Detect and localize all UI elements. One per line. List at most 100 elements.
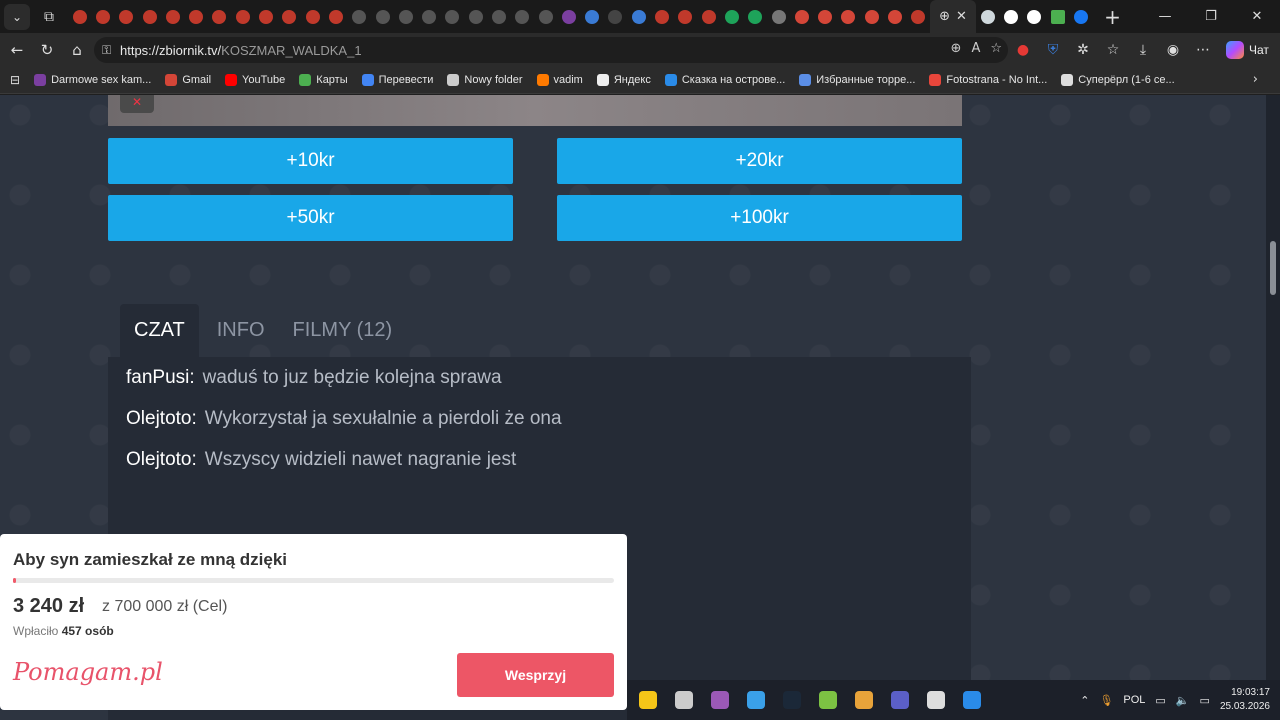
tab[interactable] <box>837 0 860 33</box>
maximize-icon[interactable]: ❐ <box>1188 0 1234 33</box>
tab[interactable] <box>790 0 813 33</box>
video-player[interactable]: ✕ <box>108 95 962 126</box>
taskbar-app-icon[interactable] <box>705 685 735 715</box>
tab[interactable] <box>91 0 114 33</box>
reload-icon[interactable]: ↻ <box>32 36 62 64</box>
tab[interactable] <box>231 0 254 33</box>
workspaces-icon[interactable]: ⧉ <box>36 4 62 30</box>
taskbar-app-icon[interactable] <box>633 685 663 715</box>
page-scrollbar[interactable] <box>1266 95 1280 720</box>
tab[interactable] <box>161 0 184 33</box>
tab[interactable] <box>534 0 557 33</box>
tab[interactable] <box>1023 0 1046 33</box>
tab[interactable] <box>650 0 673 33</box>
bookmark-item[interactable]: Избранные торре... <box>799 74 915 86</box>
tab[interactable] <box>487 0 510 33</box>
favorites-icon[interactable]: ☆ <box>1102 36 1124 64</box>
taskbar-app-icon[interactable] <box>741 685 771 715</box>
bookmarks-overflow-icon[interactable]: › <box>1253 72 1258 87</box>
site-info-icon[interactable]: ⚿ <box>102 43 120 58</box>
favorite-star-icon[interactable]: ☆ <box>990 41 1002 56</box>
copilot-chat-button[interactable]: Чат <box>1226 41 1269 59</box>
bookmark-item[interactable]: Darmowe sex kam... <box>34 74 151 86</box>
clock[interactable]: 19:03:17 25.03.2026 <box>1220 686 1270 714</box>
volume-icon[interactable]: 🔈 <box>1176 694 1190 707</box>
bookmark-item[interactable]: Fotostrana - No Int... <box>929 74 1047 86</box>
more-menu-icon[interactable]: ⋯ <box>1192 36 1214 64</box>
taskbar-app-icon[interactable] <box>957 685 987 715</box>
bookmark-item[interactable]: YouTube <box>225 74 285 86</box>
bookmark-item[interactable]: Суперёрл (1-6 се... <box>1061 74 1175 86</box>
tab[interactable] <box>441 0 464 33</box>
tab[interactable] <box>371 0 394 33</box>
tab[interactable] <box>301 0 324 33</box>
tab-films[interactable]: FILMY (12) <box>279 304 407 357</box>
tab[interactable] <box>999 0 1022 33</box>
tab[interactable] <box>324 0 347 33</box>
tab[interactable] <box>907 0 930 33</box>
tab[interactable] <box>976 0 999 33</box>
tab[interactable] <box>604 0 627 33</box>
taskbar-app-icon[interactable] <box>921 685 951 715</box>
tab[interactable] <box>208 0 231 33</box>
tab[interactable] <box>1046 0 1069 33</box>
tab[interactable] <box>394 0 417 33</box>
bookmark-item[interactable]: Сказка на острове... <box>664 74 785 86</box>
chat-username[interactable]: fanPusi: <box>126 367 195 388</box>
taskbar-app-icon[interactable] <box>849 685 879 715</box>
bookmark-item[interactable]: Nowy folder <box>447 74 523 86</box>
bookmark-manager-icon[interactable]: ⊟ <box>10 73 20 87</box>
tab[interactable] <box>860 0 883 33</box>
tab[interactable] <box>184 0 207 33</box>
tab[interactable] <box>417 0 440 33</box>
language-indicator[interactable]: POL <box>1123 694 1145 706</box>
tab[interactable] <box>627 0 650 33</box>
extension-red-icon[interactable]: ● <box>1012 36 1034 64</box>
tab[interactable] <box>767 0 790 33</box>
taskbar-app-icon[interactable] <box>777 685 807 715</box>
tab[interactable] <box>138 0 161 33</box>
tab[interactable] <box>254 0 277 33</box>
address-bar[interactable]: ⚿ https://zbiornik.tv/KOSZMAR_WALDKA_1 ⊕… <box>94 37 1008 63</box>
tab[interactable] <box>68 0 91 33</box>
tab[interactable] <box>348 0 371 33</box>
back-icon[interactable]: ← <box>2 36 32 64</box>
url-text[interactable]: https://zbiornik.tv/KOSZMAR_WALDKA_1 <box>120 43 362 58</box>
read-aloud-icon[interactable]: A <box>971 41 980 56</box>
taskbar-app-icon[interactable] <box>885 685 915 715</box>
tab-actions-menu-icon[interactable]: ⌄ <box>4 3 30 30</box>
home-icon[interactable]: ⌂ <box>62 36 92 64</box>
tab[interactable] <box>278 0 301 33</box>
chat-username[interactable]: Olejtoto: <box>126 408 197 429</box>
bookmark-item[interactable]: Карты <box>299 74 348 86</box>
tip-button-10[interactable]: +10kr <box>108 138 513 184</box>
bookmark-item[interactable]: Перевести <box>361 74 433 86</box>
profile-avatar[interactable]: ◉ <box>1162 36 1184 64</box>
tab-chat[interactable]: CZAT <box>120 304 199 357</box>
mute-icon[interactable]: ✕ <box>120 95 154 113</box>
shield-icon[interactable]: ⛨ <box>1042 36 1064 64</box>
pomagam-logo[interactable]: Pomagam.pl <box>13 658 163 686</box>
chat-username[interactable]: Olejtoto: <box>126 449 197 470</box>
close-window-icon[interactable]: ✕ <box>1234 0 1280 33</box>
tab[interactable] <box>720 0 743 33</box>
taskbar-app-icon[interactable] <box>813 685 843 715</box>
tip-button-20[interactable]: +20kr <box>557 138 962 184</box>
tab[interactable] <box>883 0 906 33</box>
battery-icon[interactable]: ▭ <box>1200 694 1210 707</box>
microphone-icon[interactable]: 🎙 <box>1099 694 1113 707</box>
bookmark-item[interactable]: vadim <box>536 74 583 86</box>
tab[interactable] <box>814 0 837 33</box>
tab[interactable] <box>581 0 604 33</box>
taskbar-app-icon[interactable] <box>669 685 699 715</box>
network-icon[interactable]: ▭ <box>1155 694 1165 707</box>
active-tab[interactable]: ⊕ ✕ <box>929 0 976 33</box>
downloads-icon[interactable]: ⤓ <box>1132 36 1154 64</box>
bookmark-item[interactable]: Gmail <box>165 74 211 86</box>
support-button[interactable]: Wesprzyj <box>457 653 614 697</box>
new-tab-icon[interactable]: + <box>1098 3 1126 31</box>
tab[interactable] <box>115 0 138 33</box>
tab[interactable] <box>1069 0 1092 33</box>
tip-button-50[interactable]: +50kr <box>108 195 513 241</box>
bookmark-item[interactable]: Яндекс <box>596 74 651 86</box>
